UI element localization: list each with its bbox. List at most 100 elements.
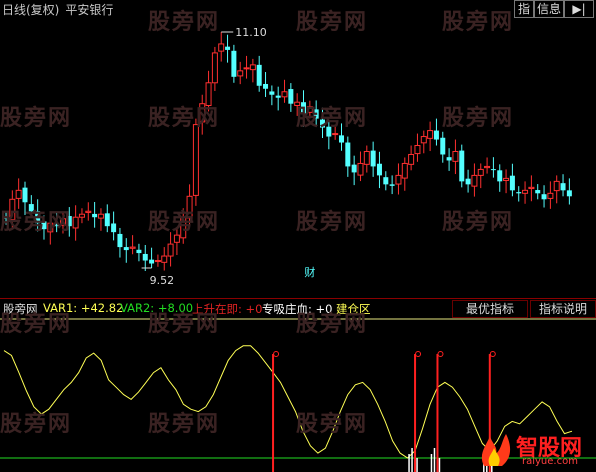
candle [149,247,155,268]
candle [484,157,491,174]
candle [383,171,389,191]
candle [338,123,344,151]
candle [211,46,218,91]
candle [66,207,72,237]
top-toolbar: 日线(复权) 平安银行 指 信息 ▶| [0,0,596,18]
candle [301,90,307,127]
candle [477,163,484,189]
candle [117,227,123,258]
candle [192,118,199,206]
candle [275,86,281,111]
news-marker: 财 [304,265,315,279]
xi-readout: 专吸庄血: +0 [262,301,332,317]
candle [281,79,288,103]
candle [446,148,452,171]
signal-marker [437,351,444,357]
xi-value: +0 [315,302,333,316]
candle [15,178,22,209]
best-indicator-button[interactable]: 最优指标 [452,300,528,318]
var2-label: VAR2: [120,301,155,315]
candle [231,44,237,83]
candle [332,124,339,140]
candle [35,199,41,232]
candle [97,208,104,231]
candle [22,181,28,215]
candle [389,175,395,195]
var1-readout: VAR1: +42.82 [43,301,123,315]
candle [269,85,275,106]
signal-marker [489,351,496,357]
up-readout: 上升在即: +0 [192,301,262,317]
candle [111,211,117,241]
candle [560,174,566,197]
candle [516,186,522,202]
indicator-name[interactable]: 股旁网 [3,301,38,317]
candle [566,178,572,205]
candle [535,184,541,200]
candle [205,70,212,112]
candle [225,34,231,63]
candle [28,195,34,218]
candle [3,210,9,225]
candle [433,118,439,146]
candle [408,145,415,171]
xi-label: 专吸庄血: [262,302,312,316]
candle [136,243,142,262]
candle [503,169,510,194]
candle [351,155,357,186]
candle [326,120,332,150]
low-price-label: 9.52 [150,274,175,287]
candle [452,139,459,175]
candle [167,232,174,267]
indicator-explain-button[interactable]: 指标说明 [530,300,596,318]
candle [142,244,148,271]
candle [357,151,364,182]
candle [306,100,313,119]
candle [237,61,244,85]
stock-name[interactable]: 平安银行 [65,3,113,17]
candle [180,208,187,244]
signal-marker [415,351,422,357]
candle [395,163,402,195]
candle [414,133,421,162]
candle [288,83,294,112]
high-price-label: 11.10 [235,26,267,39]
signal-marker [273,351,280,357]
candle [420,130,427,154]
candle [9,190,16,228]
chart-period: 日线(复权) [2,3,60,17]
candle [547,181,554,209]
candle [54,212,60,233]
candle [320,107,325,139]
candle [313,100,319,127]
var2-value: +8.00 [157,301,194,315]
up-value: +0 [245,302,263,316]
chart-title: 日线(复权) 平安银行 [2,1,113,18]
info-button[interactable]: 信息 [534,0,564,18]
up-label: 上升在即: [192,302,242,316]
candle [186,184,193,227]
candle [401,157,408,191]
expand-arrow-icon[interactable]: ▶| [564,0,594,18]
candle [59,212,66,234]
candle [78,208,85,224]
candle [459,144,465,188]
candle [47,214,54,245]
kline-chart[interactable]: 11.10 9.52 财 [0,18,596,298]
var2-readout: VAR2: +8.00 [120,301,193,315]
logo-url: raiyue.com [522,456,578,467]
indicator-button[interactable]: 指 [514,0,534,18]
jian-label: 建仓区 [336,302,371,316]
candle [490,157,496,178]
candle [376,151,382,189]
candle [522,181,529,204]
candle [497,164,503,192]
candle [263,72,269,97]
candle [553,175,560,204]
candle [104,204,110,233]
candle [85,202,92,221]
candle [154,254,161,267]
candle [41,215,47,240]
candle [465,169,471,193]
candle [528,175,535,202]
